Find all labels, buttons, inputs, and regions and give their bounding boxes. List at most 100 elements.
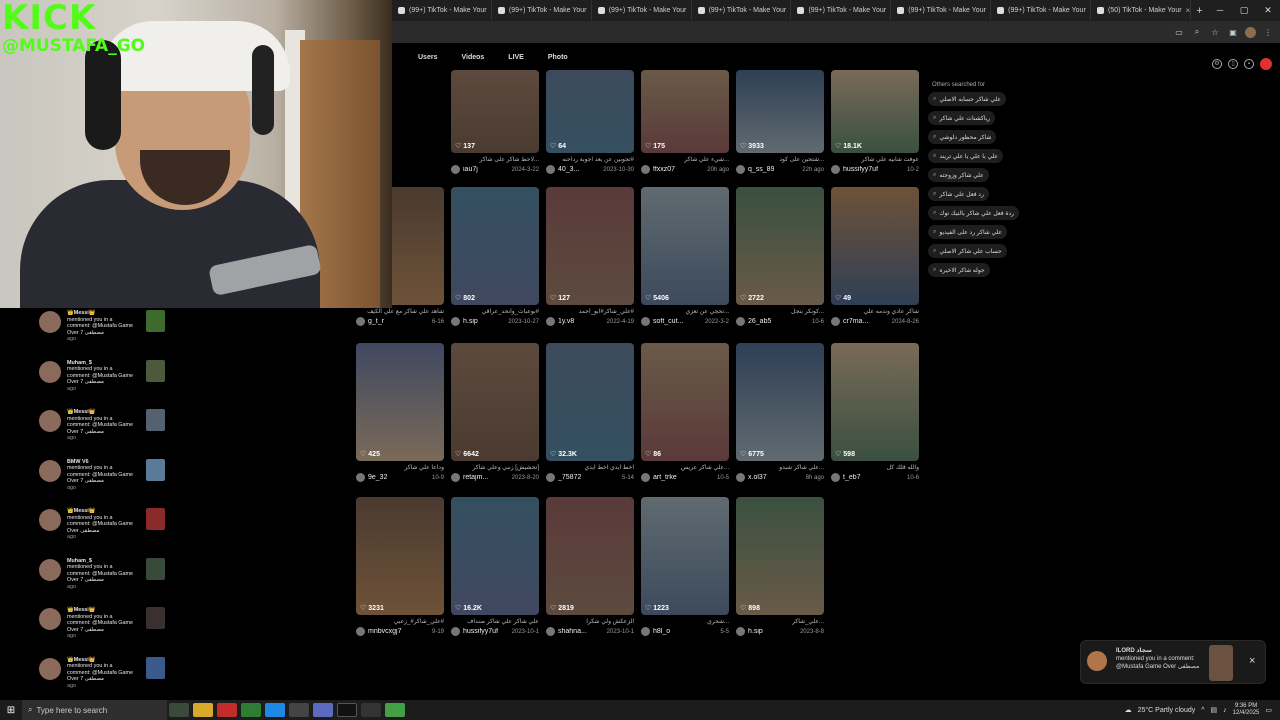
- avatar[interactable]: [451, 317, 460, 326]
- avatar[interactable]: [736, 627, 745, 636]
- avatar[interactable]: [39, 311, 61, 333]
- video-caption[interactable]: عوفت شابيه علي شاكر: [831, 156, 919, 164]
- video-thumbnail[interactable]: ♡ 127: [546, 187, 634, 305]
- video-thumbnail[interactable]: ♡ 598: [831, 343, 919, 461]
- video-caption[interactable]: الزعكش ولي شكرا: [546, 618, 634, 626]
- video-card[interactable]: ♡ 49 شاكر عادي وندمه علي cr7ma... 2024-8-26: [831, 187, 919, 326]
- avatar[interactable]: [39, 360, 61, 383]
- notification-item[interactable]: Muham_$ mentioned you in a comment: @Must…: [35, 358, 175, 408]
- username[interactable]: t_eb7: [843, 474, 861, 481]
- username[interactable]: soft_cut...: [653, 318, 683, 325]
- avatar[interactable]: [39, 558, 61, 581]
- username[interactable]: h.sip: [463, 318, 478, 325]
- task-view-icon[interactable]: [169, 703, 189, 717]
- video-card[interactable]: ♡ 802 #بوعبات_وانحد_عراقي h.sip 2023-10-27: [451, 187, 539, 326]
- username[interactable]: 1y.v8: [558, 318, 574, 325]
- lock-icon[interactable]: ▪: [1244, 59, 1254, 69]
- notification-thumbnail[interactable]: [146, 508, 165, 530]
- opera-icon[interactable]: [217, 703, 237, 717]
- tab-live[interactable]: LIVE: [508, 54, 524, 61]
- file-explorer-icon[interactable]: [193, 703, 213, 717]
- video-thumbnail[interactable]: ♡ 2722: [736, 187, 824, 305]
- notification-item[interactable]: 👑Messi👑 mentioned you in a comment: @Must…: [35, 407, 175, 457]
- video-caption[interactable]: ...شتجين على كود: [736, 156, 824, 164]
- video-card[interactable]: ♡ 175 ...شيء علي شاكر ffxxz07 20h ago: [641, 70, 729, 174]
- username[interactable]: art_trke: [653, 474, 677, 481]
- obs-icon[interactable]: [289, 703, 309, 717]
- zoom-icon[interactable]: ⌕: [1191, 27, 1203, 37]
- notification-thumbnail[interactable]: [146, 409, 165, 431]
- avatar[interactable]: [356, 473, 365, 482]
- video-caption[interactable]: ...علي شاكر عريس: [641, 464, 729, 472]
- notification-thumbnail[interactable]: [146, 359, 165, 382]
- video-thumbnail[interactable]: ♡ 175: [641, 70, 729, 153]
- related-search-chip[interactable]: ⌕ رياكشنات علي شاكر: [928, 111, 996, 125]
- bookmark-star-icon[interactable]: ☆: [1209, 28, 1221, 37]
- video-thumbnail[interactable]: ♡ 32.3K: [546, 343, 634, 461]
- notification-item[interactable]: Muham_$ mentioned you in a comment: @Must…: [35, 556, 175, 606]
- notification-center-icon[interactable]: ▭: [1265, 706, 1272, 714]
- avatar[interactable]: [546, 473, 555, 482]
- close-icon[interactable]: ×: [1249, 655, 1255, 667]
- video-thumbnail[interactable]: ♡ 1223: [641, 497, 729, 615]
- video-caption[interactable]: شاهد علي شاكر مع علي الكيف: [356, 308, 444, 316]
- related-search-chip[interactable]: ⌕ شاكر محظور دلوشي: [928, 130, 997, 144]
- related-search-chip[interactable]: ⌕ رد فعل علي شاكر: [928, 187, 989, 201]
- avatar[interactable]: [831, 317, 840, 326]
- video-thumbnail[interactable]: ♡ 49: [831, 187, 919, 305]
- extensions-icon[interactable]: ▣: [1227, 28, 1239, 37]
- video-thumbnail[interactable]: ♡ 6642: [451, 343, 539, 461]
- notification-item[interactable]: 👑Messi👑 mentioned you in a comment: @Must…: [35, 506, 175, 556]
- browser-tab[interactable]: (99+) TikTok - Make Your×: [991, 1, 1092, 20]
- record-icon[interactable]: [1260, 58, 1272, 70]
- video-card[interactable]: ♡ 32.3K اخط ايدي اخط ايدي _75872 5-14: [546, 343, 634, 482]
- username[interactable]: 9e_32: [368, 474, 387, 481]
- network-icon[interactable]: ▤: [1211, 706, 1218, 714]
- video-caption[interactable]: شاكر عادي وندمه علي: [831, 308, 919, 316]
- media-player-icon[interactable]: [361, 703, 381, 717]
- video-thumbnail[interactable]: ♡ 6775: [736, 343, 824, 461]
- notification-toast[interactable]: ILORD سجاد mentioned you in a comment: @…: [1080, 640, 1266, 684]
- video-card[interactable]: ♡ 127 #علي_شاكر#ابو_احمد 1y.v8 2022-4-19: [546, 187, 634, 326]
- username[interactable]: h8l_o: [653, 628, 670, 635]
- tab-users[interactable]: Users: [418, 54, 437, 61]
- username[interactable]: h.sip: [748, 628, 763, 635]
- kick-app-icon[interactable]: [385, 703, 405, 717]
- discord-icon[interactable]: [313, 703, 333, 717]
- video-caption[interactable]: ...علي_شاكر: [736, 618, 824, 626]
- video-card[interactable]: ♡ 1223 ...شحري h8l_o 5-5: [641, 497, 729, 636]
- username[interactable]: 26_ab5: [748, 318, 771, 325]
- minimize-icon[interactable]: ─: [1208, 5, 1232, 16]
- notification-item[interactable]: 👑Messi👑 mentioned you in a comment: @Must…: [35, 308, 175, 358]
- settings-icon[interactable]: ⚙: [1212, 59, 1222, 69]
- video-thumbnail[interactable]: ♡ 425: [356, 343, 444, 461]
- weather-text[interactable]: 25°C Partly cloudy: [1138, 707, 1196, 714]
- device-icon[interactable]: ▯: [1228, 59, 1238, 69]
- notepad-icon[interactable]: [265, 703, 285, 717]
- windows-start-icon[interactable]: ⊞: [0, 705, 22, 716]
- tab-photo[interactable]: Photo: [548, 54, 568, 61]
- avatar[interactable]: [451, 473, 460, 482]
- avatar[interactable]: [39, 459, 61, 482]
- video-card[interactable]: ♡ 137 ...لاحظ شاكر على شاكر iau7j 2024-3-22: [451, 70, 539, 174]
- notification-thumbnail[interactable]: [146, 607, 165, 629]
- video-card[interactable]: ♡ 6642 [تحشيش] زنبي وعلي شاكر retajm... 2023…: [451, 343, 539, 482]
- username[interactable]: cr7ma...: [843, 318, 868, 325]
- video-caption[interactable]: #تجوبين عن بعد اجوبة رداحنه: [546, 156, 634, 164]
- video-thumbnail[interactable]: ♡ 86: [641, 343, 729, 461]
- video-thumbnail[interactable]: ♡ 898: [736, 497, 824, 615]
- video-caption[interactable]: [تحشيش] زنبي وعلي شاكر: [451, 464, 539, 472]
- username[interactable]: x.ol37: [748, 474, 767, 481]
- avatar[interactable]: [451, 165, 460, 174]
- video-card[interactable]: ♡ 16.2K علي شاكر علي شاكر صنداف hussifyy7uf…: [451, 497, 539, 636]
- username[interactable]: hussifyy7uf: [463, 628, 498, 635]
- avatar[interactable]: [546, 627, 555, 636]
- video-card[interactable]: ♡ 2819 الزعكش ولي شكرا shahna... 2023-10-1: [546, 497, 634, 636]
- profile-avatar[interactable]: [1245, 26, 1256, 38]
- tray-chevron-icon[interactable]: ^: [1201, 707, 1204, 714]
- video-card[interactable]: ♡ 898 ...علي_شاكر h.sip 2023-8-8: [736, 497, 824, 636]
- avatar[interactable]: [831, 165, 840, 174]
- username[interactable]: ffxxz07: [653, 166, 675, 173]
- username[interactable]: retajm...: [463, 474, 488, 481]
- video-card[interactable]: ♡ 5406 ...تحجي عن تعزي soft_cut... 2022-3-2: [641, 187, 729, 326]
